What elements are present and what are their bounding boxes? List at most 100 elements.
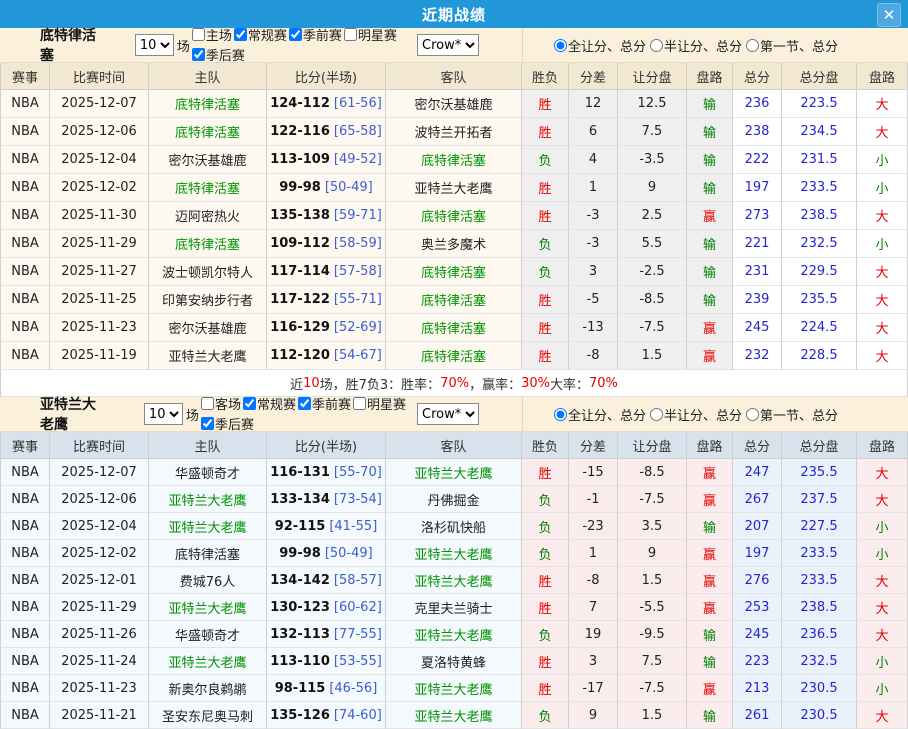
checkbox-input[interactable] bbox=[192, 28, 205, 41]
filter-checkbox[interactable]: 季后赛 bbox=[190, 45, 245, 64]
handicap-result-cell: 赢 bbox=[687, 342, 733, 370]
total-points-cell: 238 bbox=[733, 118, 782, 146]
recent-results-modal: 近期战绩 ✕ 底特律活塞 10 场 主场常规赛季前赛明星赛季后赛 Crow* 全… bbox=[0, 0, 908, 729]
date-cell: 2025-12-04 bbox=[50, 146, 149, 174]
odds-mode-select[interactable]: Crow* bbox=[417, 403, 479, 425]
column-header: 分差 bbox=[569, 432, 618, 459]
result-cell: 负 bbox=[522, 621, 569, 648]
handicap-line-cell: -8.5 bbox=[618, 459, 687, 486]
view-radio[interactable]: 全让分、总分 bbox=[552, 36, 646, 55]
filter-checkbox[interactable]: 季前赛 bbox=[287, 25, 342, 44]
date-cell: 2025-11-25 bbox=[50, 286, 149, 314]
home-team-cell: 亚特兰大老鹰 bbox=[149, 513, 267, 540]
view-radio[interactable]: 半让分、总分 bbox=[648, 36, 742, 55]
table-body: NBA2025-12-07底特律活塞124-112[61-56]密尔沃基雄鹿胜1… bbox=[0, 90, 908, 370]
filter-checkbox[interactable]: 常规赛 bbox=[241, 394, 296, 413]
home-team-cell: 费城76人 bbox=[149, 567, 267, 594]
date-cell: 2025-11-26 bbox=[50, 621, 149, 648]
radio-input[interactable] bbox=[746, 39, 759, 52]
filter-checkbox[interactable]: 常规赛 bbox=[232, 25, 287, 44]
league-cell: NBA bbox=[0, 675, 50, 702]
home-team-cell: 亚特兰大老鹰 bbox=[149, 648, 267, 675]
total-points-cell: 245 bbox=[733, 314, 782, 342]
radio-input[interactable] bbox=[554, 408, 567, 421]
games-unit-label: 场 bbox=[177, 36, 190, 55]
total-points-cell: 223 bbox=[733, 648, 782, 675]
score-cell: 92-115[41-55] bbox=[267, 513, 386, 540]
date-cell: 2025-11-21 bbox=[50, 702, 149, 729]
checkbox-input[interactable] bbox=[243, 397, 256, 410]
filter-checkbox[interactable]: 明星赛 bbox=[351, 394, 406, 413]
game-row: NBA2025-12-06亚特兰大老鹰133-134[73-54]丹佛掘金负-1… bbox=[0, 486, 908, 513]
handicap-result-cell: 输 bbox=[687, 621, 733, 648]
column-header: 盘路 bbox=[857, 63, 908, 90]
away-team-cell: 底特律活塞 bbox=[386, 258, 522, 286]
column-header: 比分(半场) bbox=[267, 63, 386, 90]
handicap-result-cell: 赢 bbox=[687, 594, 733, 621]
result-cell: 负 bbox=[522, 258, 569, 286]
game-row: NBA2025-11-29底特律活塞109-112[58-59]奥兰多魔术负-3… bbox=[0, 230, 908, 258]
total-points-cell: 221 bbox=[733, 230, 782, 258]
game-row: NBA2025-12-01费城76人134-142[58-57]亚特兰大老鹰胜-… bbox=[0, 567, 908, 594]
game-row: NBA2025-11-19亚特兰大老鹰112-120[54-67]底特律活塞胜-… bbox=[0, 342, 908, 370]
games-count-select[interactable]: 10 bbox=[135, 34, 174, 56]
team-section: 亚特兰大老鹰 10 场 客场常规赛季前赛明星赛季后赛 Crow* 全让分、总分半… bbox=[0, 397, 908, 729]
handicap-result-cell: 赢 bbox=[687, 202, 733, 230]
games-count-select[interactable]: 10 bbox=[144, 403, 183, 425]
score-cell: 109-112[58-59] bbox=[267, 230, 386, 258]
summary-segment: 10 bbox=[303, 376, 320, 391]
view-radio[interactable]: 第一节、总分 bbox=[744, 405, 838, 424]
result-cell: 胜 bbox=[522, 459, 569, 486]
game-row: NBA2025-11-23新奥尔良鹈鹕98-115[46-56]亚特兰大老鹰胜-… bbox=[0, 675, 908, 702]
checkbox-input[interactable] bbox=[201, 417, 214, 430]
view-radio[interactable]: 半让分、总分 bbox=[648, 405, 742, 424]
close-icon[interactable]: ✕ bbox=[877, 3, 901, 27]
total-line-cell: 235.5 bbox=[782, 459, 857, 486]
home-team-cell: 亚特兰大老鹰 bbox=[149, 486, 267, 513]
game-row: NBA2025-12-06底特律活塞122-116[65-58]波特兰开拓者胜6… bbox=[0, 118, 908, 146]
checkbox-input[interactable] bbox=[234, 28, 247, 41]
checkbox-input[interactable] bbox=[201, 397, 214, 410]
radio-input[interactable] bbox=[554, 39, 567, 52]
view-radio[interactable]: 全让分、总分 bbox=[552, 405, 646, 424]
checkbox-input[interactable] bbox=[289, 28, 302, 41]
away-team-cell: 底特律活塞 bbox=[386, 146, 522, 174]
modal-title: 近期战绩 bbox=[422, 4, 486, 25]
filter-checkbox[interactable]: 客场 bbox=[199, 394, 241, 413]
date-cell: 2025-12-06 bbox=[50, 486, 149, 513]
home-team-cell: 亚特兰大老鹰 bbox=[149, 594, 267, 621]
total-line-cell: 233.5 bbox=[782, 540, 857, 567]
point-diff-cell: -23 bbox=[569, 513, 618, 540]
view-radio[interactable]: 第一节、总分 bbox=[744, 36, 838, 55]
point-diff-cell: 1 bbox=[569, 540, 618, 567]
score-cell: 112-120[54-67] bbox=[267, 342, 386, 370]
point-diff-cell: 4 bbox=[569, 146, 618, 174]
league-cell: NBA bbox=[0, 594, 50, 621]
total-line-cell: 233.5 bbox=[782, 567, 857, 594]
column-header: 总分盘 bbox=[782, 432, 857, 459]
radio-input[interactable] bbox=[650, 39, 663, 52]
checkbox-input[interactable] bbox=[192, 48, 205, 61]
filter-checkbox[interactable]: 明星赛 bbox=[342, 25, 397, 44]
date-cell: 2025-12-06 bbox=[50, 118, 149, 146]
home-team-cell: 迈阿密热火 bbox=[149, 202, 267, 230]
checkbox-input[interactable] bbox=[298, 397, 311, 410]
result-cell: 胜 bbox=[522, 342, 569, 370]
handicap-line-cell: -7.5 bbox=[618, 314, 687, 342]
filter-checkbox[interactable]: 季后赛 bbox=[199, 414, 254, 433]
radio-input[interactable] bbox=[650, 408, 663, 421]
odds-mode-select[interactable]: Crow* bbox=[417, 34, 479, 56]
checkbox-input[interactable] bbox=[344, 28, 357, 41]
filter-checkboxes: 客场常规赛季前赛明星赛季后赛 bbox=[199, 394, 414, 434]
radio-input[interactable] bbox=[746, 408, 759, 421]
handicap-result-cell: 赢 bbox=[687, 567, 733, 594]
total-points-cell: 261 bbox=[733, 702, 782, 729]
filter-bar: 亚特兰大老鹰 10 场 客场常规赛季前赛明星赛季后赛 Crow* 全让分、总分半… bbox=[0, 397, 908, 432]
total-points-cell: 236 bbox=[733, 90, 782, 118]
checkbox-input[interactable] bbox=[353, 397, 366, 410]
filter-checkbox[interactable]: 主场 bbox=[190, 25, 232, 44]
filter-checkbox[interactable]: 季前赛 bbox=[296, 394, 351, 413]
handicap-line-cell: -9.5 bbox=[618, 621, 687, 648]
column-header: 赛事 bbox=[0, 432, 50, 459]
handicap-line-cell: 5.5 bbox=[618, 230, 687, 258]
